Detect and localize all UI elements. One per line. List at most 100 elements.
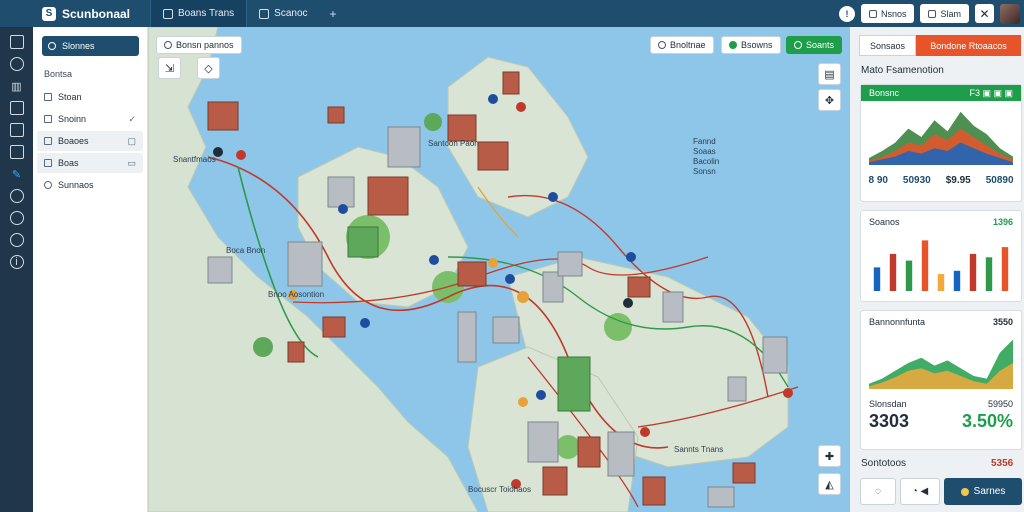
panel-icon[interactable] xyxy=(9,123,24,137)
map-view[interactable]: Bonsn pannos ⇲ ◇ Bnoltnae Bsowns Soants … xyxy=(148,27,850,512)
tab-details[interactable]: Bondone Rtoaacos xyxy=(916,35,1021,56)
icon-rail: ▥ ✎ i xyxy=(0,27,33,512)
map-chip-1[interactable]: Bnoltnae xyxy=(650,36,714,54)
tab-monitor-label: Scanoc xyxy=(274,8,308,19)
refresh-icon: ◌ xyxy=(875,486,881,497)
bar-card: Soanos 1396 xyxy=(860,210,1022,302)
card-header: Bannonnfunta 3550 xyxy=(861,311,1021,333)
stat-value: 50930 xyxy=(902,175,931,186)
building xyxy=(577,436,601,468)
tab-monitor[interactable]: Scanoc xyxy=(246,0,319,27)
compass-button[interactable]: ◭ xyxy=(818,473,841,495)
user-icon[interactable] xyxy=(9,233,24,247)
map-chip-3[interactable]: Soants xyxy=(786,36,843,54)
zoom-fit-button[interactable]: ⇲ xyxy=(158,57,181,79)
info-icon[interactable]: i xyxy=(9,255,24,269)
building xyxy=(327,176,355,208)
help-icon[interactable] xyxy=(9,211,24,225)
alert-icon[interactable]: ! xyxy=(838,5,855,22)
list-item[interactable]: Boas ▭ xyxy=(37,153,143,173)
bottom-bar: ◌ ◔ ◀ Sarnes xyxy=(860,478,1022,505)
building-icon[interactable]: ▥ xyxy=(10,79,24,93)
doc-icon xyxy=(44,115,52,123)
clock-icon xyxy=(44,181,52,189)
card-header-label: Bonsnc xyxy=(869,88,900,98)
filter-icon xyxy=(48,42,56,50)
building xyxy=(322,316,346,338)
move-icon: ✥ xyxy=(824,94,835,107)
left-label: Slonsdan xyxy=(869,399,907,409)
close-icon[interactable]: ✕ xyxy=(975,4,994,23)
card-big-values: 3303 3.50% xyxy=(861,409,1021,432)
card-header: Soanos 1396 xyxy=(861,211,1021,233)
left-panel-header-label: Slonnes xyxy=(62,41,95,51)
primary-action-button[interactable]: Sarnes xyxy=(944,478,1022,505)
building xyxy=(762,336,788,374)
map-pin xyxy=(518,397,528,407)
list-item-label: Snoinn xyxy=(58,114,87,124)
pan-button[interactable]: ✥ xyxy=(818,89,841,111)
list-item[interactable]: Snoinn ✓ xyxy=(37,109,143,129)
map-search[interactable]: Bonsn pannos xyxy=(156,36,242,54)
map-chip-1-label: Bnoltnae xyxy=(670,40,706,50)
fit-icon: ⇲ xyxy=(164,62,175,75)
settings-icon[interactable] xyxy=(9,189,24,203)
building xyxy=(287,341,305,363)
primary-action-label: Sarnes xyxy=(973,486,1006,497)
card-value: 3550 xyxy=(992,317,1013,327)
map-chip-2[interactable]: Bsowns xyxy=(721,36,781,54)
map-label: Boca Bnon xyxy=(226,246,266,255)
top-bar: S Scunbonaal Boans Trans Scanoc + ! Nsno… xyxy=(0,0,1024,27)
list-item[interactable]: Sunnaos xyxy=(37,175,143,195)
layers-icon[interactable] xyxy=(9,35,24,49)
stat-value: 8 90 xyxy=(868,175,888,186)
share-button[interactable]: ◔ ◀ xyxy=(900,478,940,505)
map-label: Fannd Soaas Bacolin Sonsn xyxy=(693,137,720,176)
pointer-icon: ◇ xyxy=(204,62,213,75)
card-header: Bonsnc F3 ▣ ▣ ▣ xyxy=(861,85,1021,101)
list-item[interactable]: Boaoes ▢ xyxy=(37,131,143,151)
doc-icon xyxy=(928,9,937,18)
footer-label: Sontotoos xyxy=(861,458,907,469)
map-pin xyxy=(360,318,370,328)
globe-icon[interactable] xyxy=(9,57,24,71)
pointer-tool-button[interactable]: ◇ xyxy=(197,57,220,79)
green-dot-icon xyxy=(729,41,737,49)
right-panel-title: Mato Fsamenotion xyxy=(861,65,944,76)
left-panel-header[interactable]: Slonnes xyxy=(42,36,139,56)
list-item[interactable]: Stoan xyxy=(37,87,143,107)
building xyxy=(287,241,323,287)
zoom-in-button[interactable]: ✚ xyxy=(818,445,841,467)
left-panel: Slonnes Bontsa Stoan Snoinn ✓ Boaoes ▢ B… xyxy=(33,27,148,512)
bar xyxy=(969,253,977,291)
tab-map[interactable]: Boans Trans xyxy=(150,0,247,27)
top-right-controls: ! Nsnos Slam ✕ xyxy=(838,3,1024,24)
top-button-2[interactable]: Slam xyxy=(920,4,969,23)
building xyxy=(492,316,520,344)
building xyxy=(457,261,487,287)
building xyxy=(627,276,651,298)
add-tab-button[interactable]: + xyxy=(320,7,347,21)
building xyxy=(207,101,239,131)
briefcase-icon[interactable] xyxy=(9,101,24,115)
list-item-label: Boas xyxy=(58,158,79,168)
avatar[interactable] xyxy=(1000,3,1020,24)
building xyxy=(207,256,233,284)
map-pin xyxy=(623,298,633,308)
card-value: 1396 xyxy=(992,217,1013,227)
box-icon: ▢ xyxy=(127,135,136,146)
tab-overview[interactable]: Sonsaos xyxy=(859,35,916,56)
park xyxy=(556,435,580,459)
top-button-1[interactable]: Nsnos xyxy=(860,4,915,23)
map-chip-3-label: Soants xyxy=(806,40,835,50)
map-label: Bocuscr Toiohaos xyxy=(468,485,531,494)
app-brand[interactable]: S Scunbonaal xyxy=(0,0,150,27)
monitor-icon xyxy=(259,8,270,19)
refresh-button[interactable]: ◌ xyxy=(860,478,896,505)
chart-icon[interactable] xyxy=(9,145,24,159)
map-pin xyxy=(783,388,793,398)
pen-icon[interactable]: ✎ xyxy=(10,167,24,181)
minus-box-icon: ▭ xyxy=(127,157,136,168)
layers-button[interactable]: ▤ xyxy=(818,63,841,85)
building xyxy=(502,71,520,95)
